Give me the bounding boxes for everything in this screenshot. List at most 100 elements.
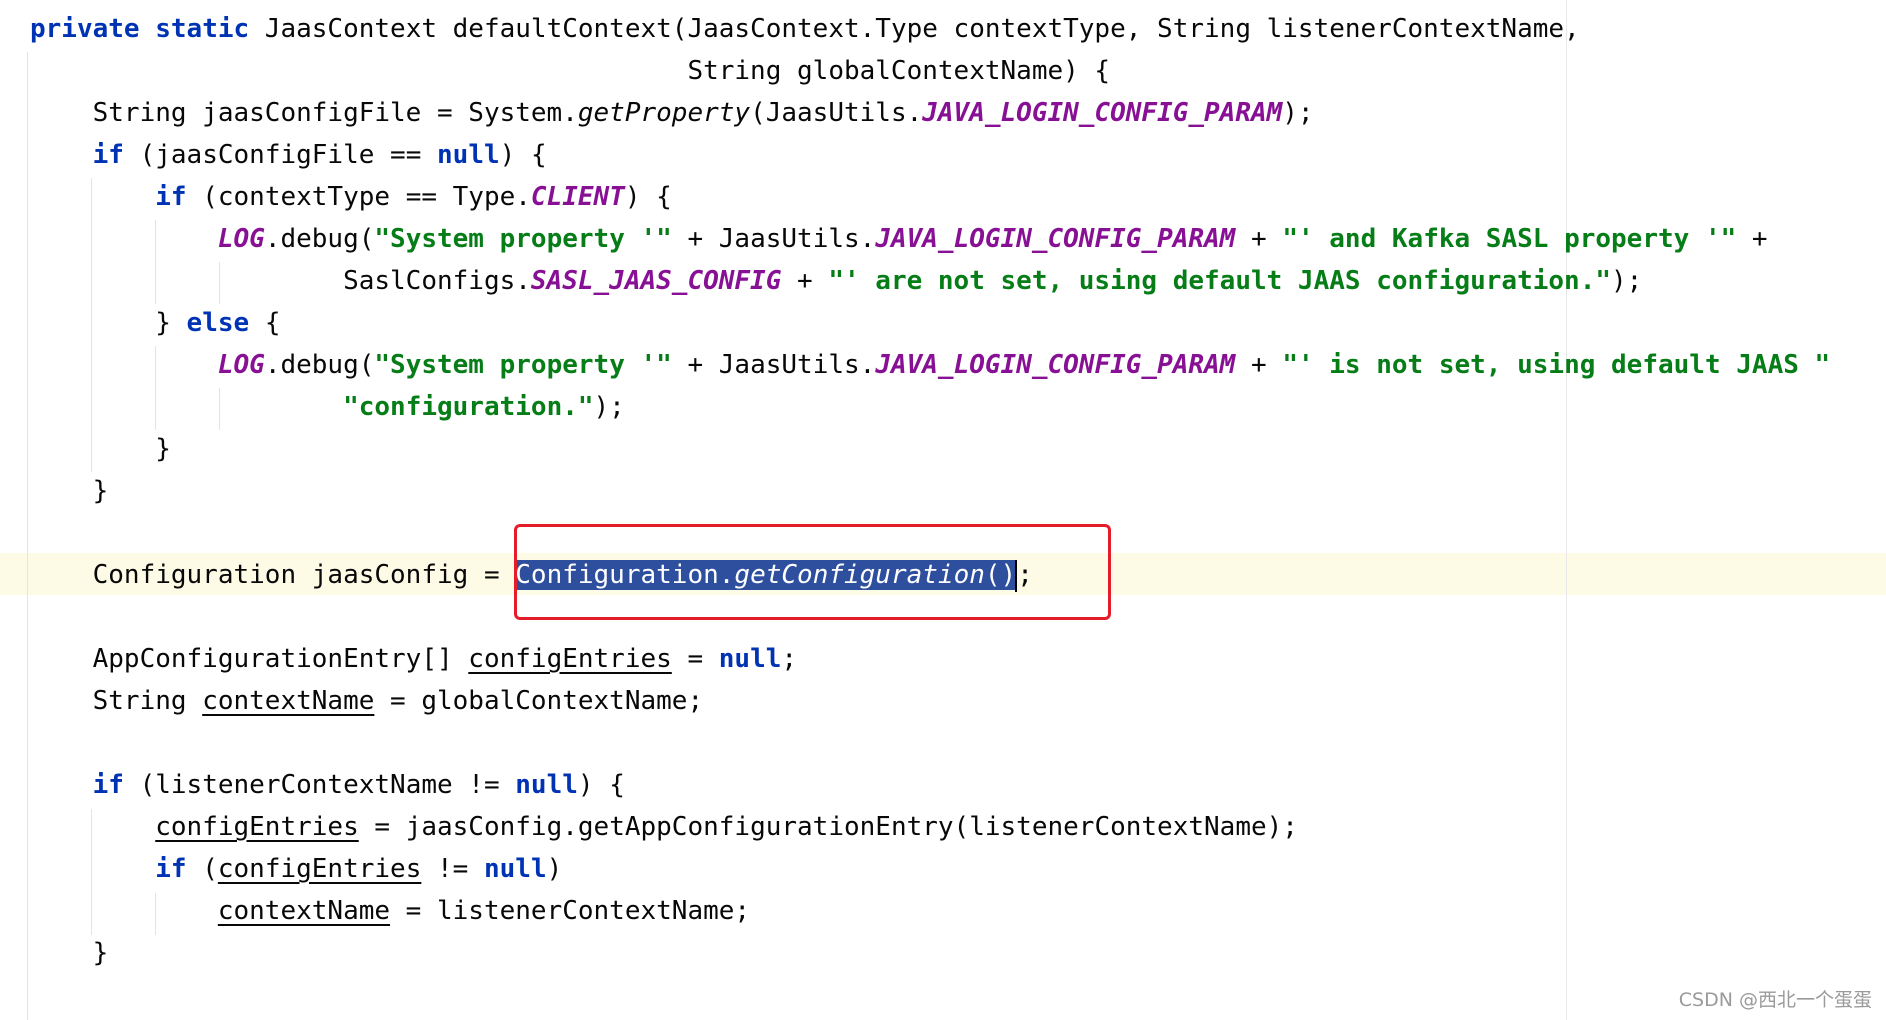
code-line-6[interactable]: LOG.debug("System property '" + JaasUtil… [30,218,1768,260]
code-line-20[interactable]: configEntries = jaasConfig.getAppConfigu… [30,806,1298,848]
code-line-5[interactable]: if (contextType == Type.CLIENT) { [30,176,672,218]
code-text: } [30,476,109,506]
code-text: = listenerContextName; [390,896,751,926]
code-text: { [249,308,281,338]
constant: SASL_JAAS_CONFIG [530,266,782,296]
code-text: + [781,266,829,296]
code-text: (listenerContextName != [123,770,516,800]
code-line-2[interactable]: String globalContextName) { [30,50,1110,92]
keyword: null [515,770,578,800]
watermark: CSDN @西北一个蛋蛋 [1678,989,1872,1011]
constant: LOG [217,224,265,254]
code-text: .debug( [264,350,375,380]
constant: JAVA_LOGIN_CONFIG_PARAM [875,224,1236,254]
code-line-21[interactable]: if (configEntries != null) [30,848,562,890]
variable: contextName [202,686,375,716]
code-text: ) [546,854,563,884]
keyword: null [437,140,500,170]
code-text: + JaasUtils. [671,224,876,254]
code-text: ( [186,854,218,884]
code-text: != [421,854,484,884]
code-text: AppConfigurationEntry[] [30,644,469,674]
right-margin-guide [1566,0,1567,1020]
code-text: String jaasConfigFile = System. [30,98,578,128]
string-literal: "configuration." [343,392,594,422]
code-line-23[interactable]: } [30,932,109,974]
variable: contextName [217,896,391,926]
keyword: null [718,644,782,674]
code-text: String globalContextName) { [30,56,1111,86]
constant: JAVA_LOGIN_CONFIG_PARAM [875,350,1236,380]
code-text: Configuration jaasConfig = [30,560,516,590]
code-text: ) { [624,182,672,212]
constant: CLIENT [530,182,625,212]
code-text: (jaasConfigFile == [123,140,438,170]
keyword: if [92,770,124,800]
keyword: else [186,308,250,338]
keyword: if [92,140,124,170]
code-line-7[interactable]: SaslConfigs.SASL_JAAS_CONFIG + "' are no… [30,260,1642,302]
code-line-12[interactable]: } [30,470,109,512]
code-text: + [1235,350,1283,380]
variable: configEntries [468,644,672,674]
code-line-22[interactable]: contextName = listenerContextName; [30,890,750,932]
highlight-annotation-box [514,524,1111,620]
code-text: } [30,434,171,464]
code-text: ); [593,392,625,422]
code-text: .debug( [264,224,375,254]
code-line-3[interactable]: String jaasConfigFile = System.getProper… [30,92,1314,134]
code-text: + [1736,224,1768,254]
code-line-16[interactable]: AppConfigurationEntry[] configEntries = … [30,638,797,680]
code-line-8[interactable]: } else { [30,302,280,344]
gutter-separator [27,52,28,1020]
string-literal: "System property '" [374,224,672,254]
code-line-17[interactable]: String contextName = globalContextName; [30,680,704,722]
code-text: } [30,938,109,968]
code-text: } [30,308,187,338]
code-text: ); [1611,266,1643,296]
code-text: ); [1282,98,1314,128]
variable: configEntries [217,854,422,884]
code-line-4[interactable]: if (jaasConfigFile == null) { [30,134,547,176]
string-literal: "' and Kafka SASL property '" [1282,224,1737,254]
constant: LOG [217,350,265,380]
code-text: = [671,644,719,674]
code-editor[interactable]: private static JaasContext defaultContex… [0,0,1886,1020]
keyword: if [155,854,187,884]
code-line-11[interactable]: } [30,428,171,470]
code-text: JaasContext defaultContext(JaasContext.T… [249,14,1580,44]
code-line-19[interactable]: if (listenerContextName != null) { [30,764,625,806]
code-text: (contextType == Type. [186,182,531,212]
code-line-1[interactable]: private static JaasContext defaultContex… [30,8,1580,50]
keyword: private [30,14,140,44]
code-line-10[interactable]: "configuration."); [30,386,625,428]
code-text: String [30,686,203,716]
code-text: ) { [577,770,625,800]
code-text: (JaasUtils. [750,98,923,128]
keyword: null [483,854,547,884]
constant: JAVA_LOGIN_CONFIG_PARAM [922,98,1283,128]
code-text: SaslConfigs. [30,266,531,296]
code-text: = globalContextName; [374,686,704,716]
keyword: if [155,182,187,212]
code-text: + [1235,224,1283,254]
code-line-9[interactable]: LOG.debug("System property '" + JaasUtil… [30,344,1830,386]
variable: configEntries [155,812,359,842]
code-text: ) { [499,140,547,170]
code-text: + JaasUtils. [671,350,876,380]
code-text: = jaasConfig.getAppConfigurationEntry(li… [358,812,1298,842]
string-literal: "System property '" [374,350,672,380]
code-text: ; [781,644,798,674]
method-call: getProperty [577,98,751,128]
string-literal: "' are not set, using default JAAS confi… [828,266,1611,296]
keyword: static [155,14,250,44]
